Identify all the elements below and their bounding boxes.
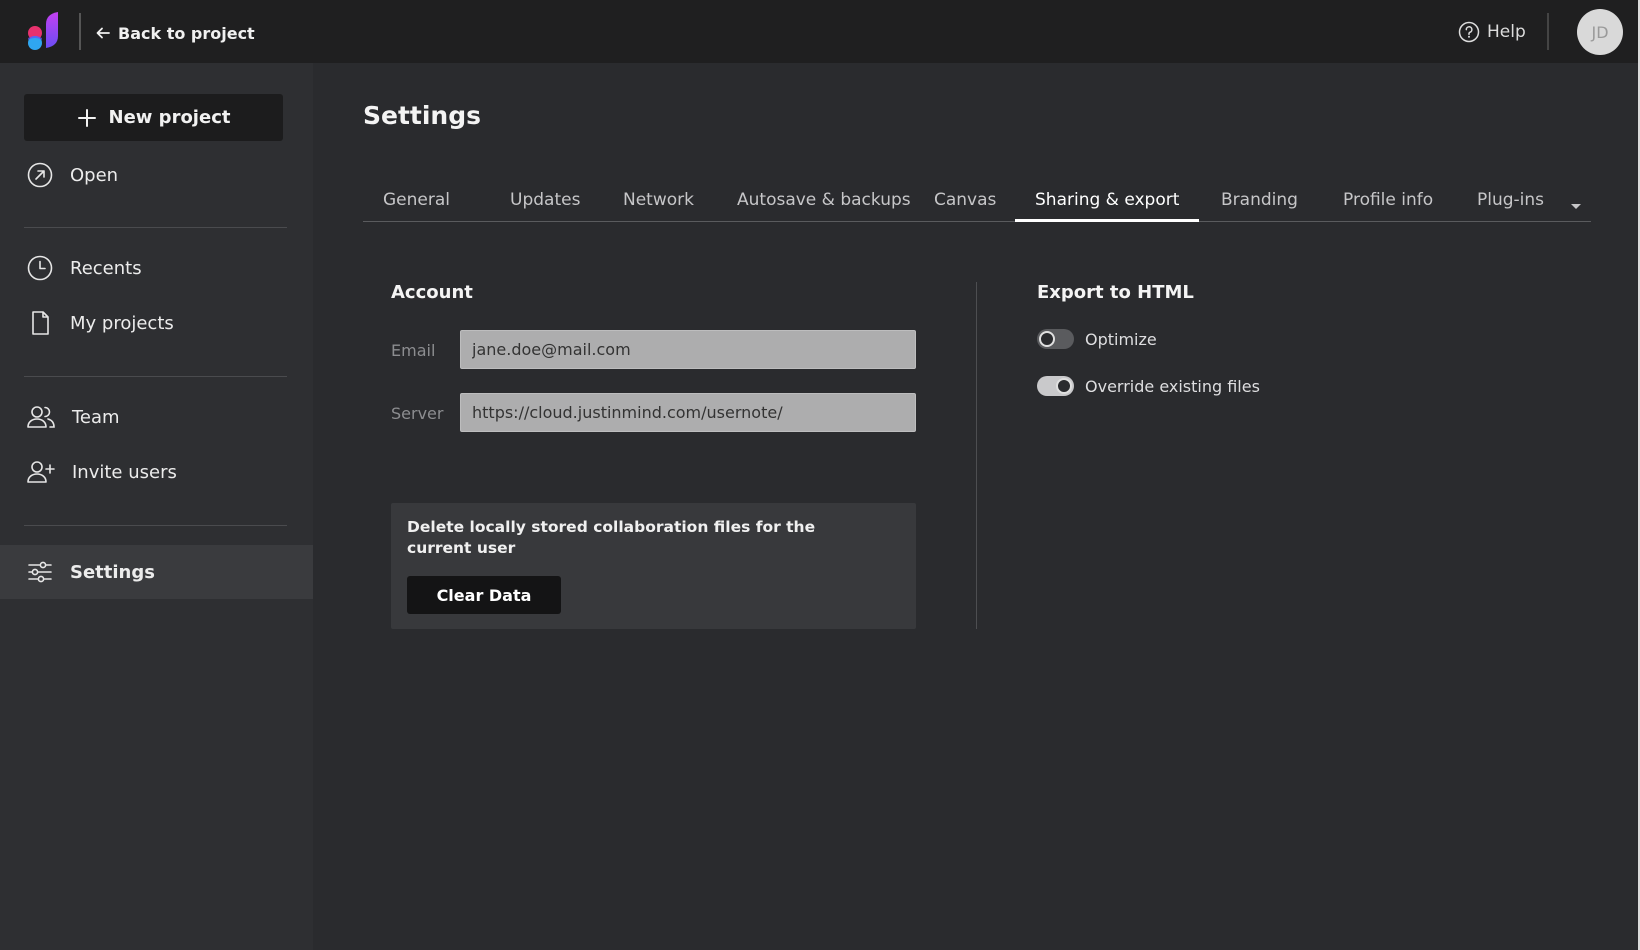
toggle-knob	[1039, 331, 1055, 347]
tab-general[interactable]: General	[363, 178, 470, 222]
email-label: Email	[391, 341, 436, 360]
help-label: Help	[1487, 22, 1526, 42]
app-logo[interactable]	[24, 10, 64, 54]
new-project-label: New project	[108, 107, 231, 128]
settings-tabs: General Updates Network Autosave & backu…	[363, 178, 1591, 222]
optimize-label: Optimize	[1085, 329, 1157, 349]
tab-plug-ins[interactable]: Plug-ins	[1457, 178, 1564, 222]
sidebar-divider	[24, 525, 287, 526]
sidebar: New project Open Recents My projects Tea…	[0, 63, 313, 950]
sidebar-item-team[interactable]: Team	[0, 390, 313, 444]
sidebar-item-label: My projects	[70, 312, 174, 334]
optimize-toggle-row[interactable]: Optimize	[1037, 327, 1157, 351]
sidebar-item-open[interactable]: Open	[0, 148, 313, 202]
clear-data-panel: Delete locally stored collaboration file…	[391, 503, 916, 629]
tab-sharing-export[interactable]: Sharing & export	[1015, 178, 1200, 222]
question-circle-icon	[1458, 21, 1480, 43]
override-existing-files-toggle[interactable]	[1037, 376, 1074, 396]
override-label: Override existing files	[1085, 376, 1260, 396]
sidebar-item-label: Recents	[70, 257, 142, 279]
sidebar-item-recents[interactable]: Recents	[0, 241, 313, 295]
sidebar-item-my-projects[interactable]: My projects	[0, 296, 313, 350]
plus-icon	[77, 108, 96, 127]
tab-updates[interactable]: Updates	[490, 178, 600, 222]
back-to-project-button[interactable]: Back to project	[96, 20, 255, 46]
page-title: Settings	[363, 101, 482, 130]
help-button[interactable]: Help	[1458, 18, 1526, 46]
tab-branding[interactable]: Branding	[1201, 178, 1318, 222]
sidebar-item-label: Team	[72, 406, 120, 428]
optimize-toggle[interactable]	[1037, 329, 1074, 349]
sliders-icon	[28, 561, 52, 583]
clear-data-button[interactable]: Clear Data	[407, 576, 561, 614]
topbar-divider-right	[1547, 13, 1549, 50]
sidebar-item-label: Open	[70, 164, 119, 186]
tab-canvas[interactable]: Canvas	[914, 178, 1016, 222]
sidebar-divider	[24, 227, 287, 228]
email-field[interactable]	[460, 330, 916, 369]
team-icon	[27, 406, 55, 428]
new-project-button[interactable]: New project	[24, 94, 283, 141]
sidebar-item-invite-users[interactable]: Invite users	[0, 445, 313, 499]
clear-data-description: Delete locally stored collaboration file…	[407, 518, 816, 557]
sidebar-item-settings[interactable]: Settings	[0, 545, 313, 599]
sidebar-divider	[24, 376, 287, 377]
document-icon	[32, 311, 49, 335]
top-bar: Back to project Help JD	[0, 0, 1640, 63]
tab-profile-info[interactable]: Profile info	[1323, 178, 1453, 222]
server-label: Server	[391, 404, 444, 423]
open-icon	[27, 162, 53, 188]
back-label: Back to project	[118, 23, 255, 43]
tabs-overflow-chevron-down-icon[interactable]	[1566, 196, 1586, 216]
section-divider	[976, 282, 977, 629]
arrow-left-icon	[96, 27, 110, 39]
clock-icon	[27, 255, 53, 281]
avatar[interactable]: JD	[1577, 9, 1623, 55]
server-field[interactable]	[460, 393, 916, 432]
tab-network[interactable]: Network	[603, 178, 714, 222]
override-toggle-row[interactable]: Override existing files	[1037, 374, 1260, 398]
export-section-title: Export to HTML	[1037, 282, 1194, 303]
tab-autosave-backups[interactable]: Autosave & backups	[717, 178, 931, 222]
sidebar-item-label: Settings	[70, 561, 155, 583]
sidebar-item-label: Invite users	[72, 461, 177, 483]
toggle-knob	[1056, 378, 1072, 394]
account-section-title: Account	[391, 282, 473, 303]
topbar-divider	[79, 13, 81, 50]
add-user-icon	[27, 461, 55, 483]
